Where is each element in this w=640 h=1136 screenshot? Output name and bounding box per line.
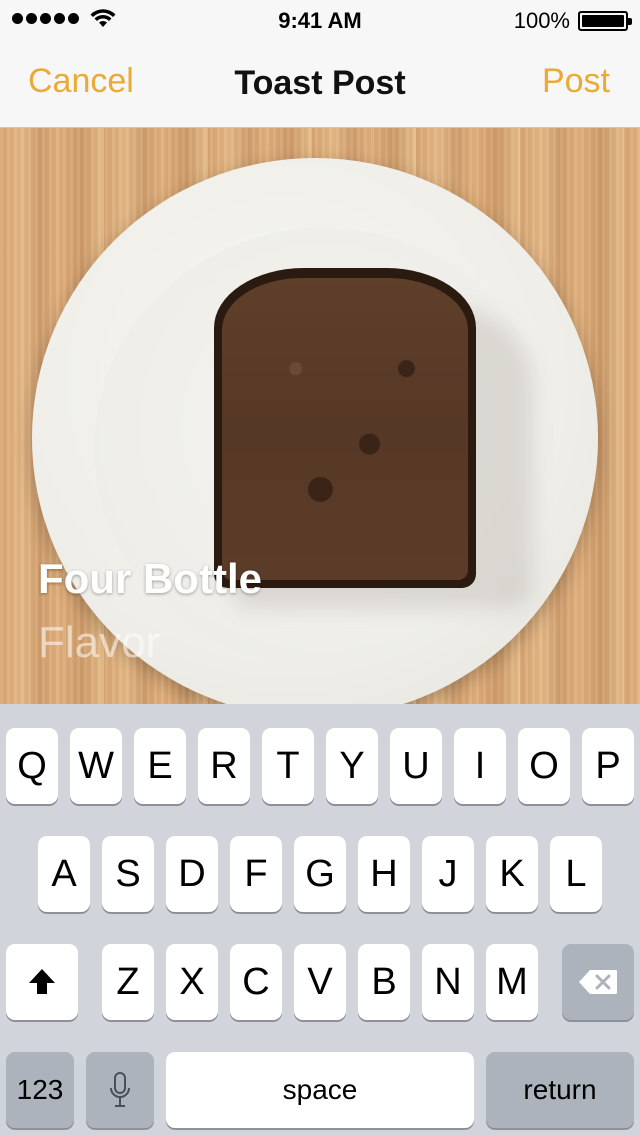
key-y[interactable]: Y xyxy=(326,728,378,804)
shift-key[interactable] xyxy=(6,944,78,1020)
key-h[interactable]: H xyxy=(358,836,410,912)
key-o[interactable]: O xyxy=(518,728,570,804)
key-w[interactable]: W xyxy=(70,728,122,804)
space-key[interactable]: space xyxy=(166,1052,474,1128)
delete-key[interactable] xyxy=(562,944,634,1020)
shift-arrow-icon xyxy=(29,969,55,994)
numbers-key[interactable]: 123 xyxy=(6,1052,74,1128)
microphone-icon xyxy=(110,1072,130,1107)
key-n[interactable]: N xyxy=(422,944,474,1020)
cancel-button[interactable]: Cancel xyxy=(28,62,134,101)
return-key[interactable]: return xyxy=(486,1052,634,1128)
key-l[interactable]: L xyxy=(550,836,602,912)
key-a[interactable]: A xyxy=(38,836,90,912)
keyboard: Q W E R T Y U I O P A S D F G H J K L Z … xyxy=(0,704,640,1136)
key-t[interactable]: T xyxy=(262,728,314,804)
toast-photo: Four Bottle Flavor xyxy=(0,128,640,704)
status-bar: 9:41 AM 100% xyxy=(0,0,640,40)
key-x[interactable]: X xyxy=(166,944,218,1020)
navigation-bar: Cancel Toast Post Post xyxy=(0,40,640,128)
key-g[interactable]: G xyxy=(294,836,346,912)
toast-image xyxy=(214,268,476,588)
toast-name-field[interactable]: Four Bottle xyxy=(38,555,262,603)
flavor-field[interactable]: Flavor xyxy=(38,618,160,668)
key-s[interactable]: S xyxy=(102,836,154,912)
key-j[interactable]: J xyxy=(422,836,474,912)
key-p[interactable]: P xyxy=(582,728,634,804)
key-i[interactable]: I xyxy=(454,728,506,804)
post-button[interactable]: Post xyxy=(542,62,610,101)
key-v[interactable]: V xyxy=(294,944,346,1020)
battery-percentage: 100% xyxy=(513,8,570,33)
dictation-key[interactable] xyxy=(86,1052,154,1128)
key-k[interactable]: K xyxy=(486,836,538,912)
key-r[interactable]: R xyxy=(198,728,250,804)
key-f[interactable]: F xyxy=(230,836,282,912)
key-u[interactable]: U xyxy=(390,728,442,804)
backspace-icon xyxy=(579,970,617,994)
key-d[interactable]: D xyxy=(166,836,218,912)
battery-icon xyxy=(578,11,632,31)
key-q[interactable]: Q xyxy=(6,728,58,804)
key-m[interactable]: M xyxy=(486,944,538,1020)
key-z[interactable]: Z xyxy=(102,944,154,1020)
key-b[interactable]: B xyxy=(358,944,410,1020)
key-e[interactable]: E xyxy=(134,728,186,804)
key-c[interactable]: C xyxy=(230,944,282,1020)
